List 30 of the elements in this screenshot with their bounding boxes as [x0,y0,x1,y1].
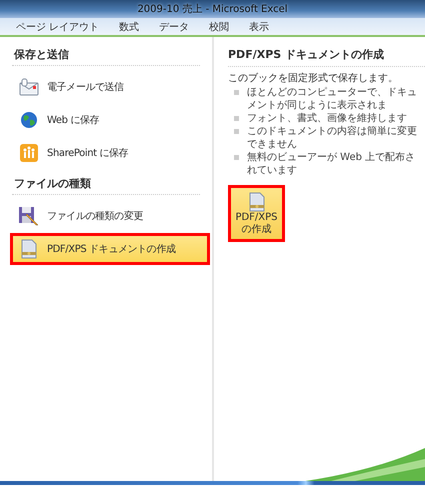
ribbon-tab[interactable]: 校閲 [209,20,230,34]
ribbon-tab[interactable]: ページ レイアウト [16,20,100,34]
bullet-text: フォント、書式、画像を維持します [247,112,407,125]
bullet-icon [234,116,239,121]
bullet-icon [234,155,239,160]
section-heading: 保存と送信 [12,45,200,66]
bullet-text: ほとんどのコンピューターで、ドキュメントが同じように表示されま [247,86,418,112]
nav-item[interactable]: ファイルの種類の変更 [10,200,210,232]
document-icon [248,192,264,212]
envelope-icon [19,78,39,96]
nav-item[interactable]: SharePoint に保存 [10,137,210,169]
floppy-pencil-icon [18,206,40,226]
nav-item[interactable]: PDF/XPS ドキュメントの作成 [10,233,210,265]
globe-icon [20,111,38,129]
section-heading: ファイルの種類 [12,174,200,195]
window-title: 2009-10 売上 - Microsoft Excel [137,2,288,16]
document-icon [21,239,37,259]
bullet-icon [234,90,239,95]
nav-item[interactable]: 電子メールで送信 [10,71,210,103]
nav-item[interactable]: Web に保存 [10,104,210,136]
bullet-text: 無料のビューアーが Web 上で配布されています [247,151,416,177]
ribbon-tab[interactable]: 数式 [119,20,140,34]
detail-heading: PDF/XPS ドキュメントの作成 [228,45,425,67]
ribbon-tab[interactable]: データ [159,20,190,34]
bullet-text: このドキュメントの内容は簡単に変更できません [247,125,418,151]
ribbon-tab[interactable]: 表示 [249,20,270,34]
create-pdf-button[interactable]: PDF/XPS の作成 [228,185,285,242]
bullet-icon [234,129,239,134]
people-icon [20,144,38,162]
description-text: このブックを固定形式で保存します。 [228,72,399,85]
